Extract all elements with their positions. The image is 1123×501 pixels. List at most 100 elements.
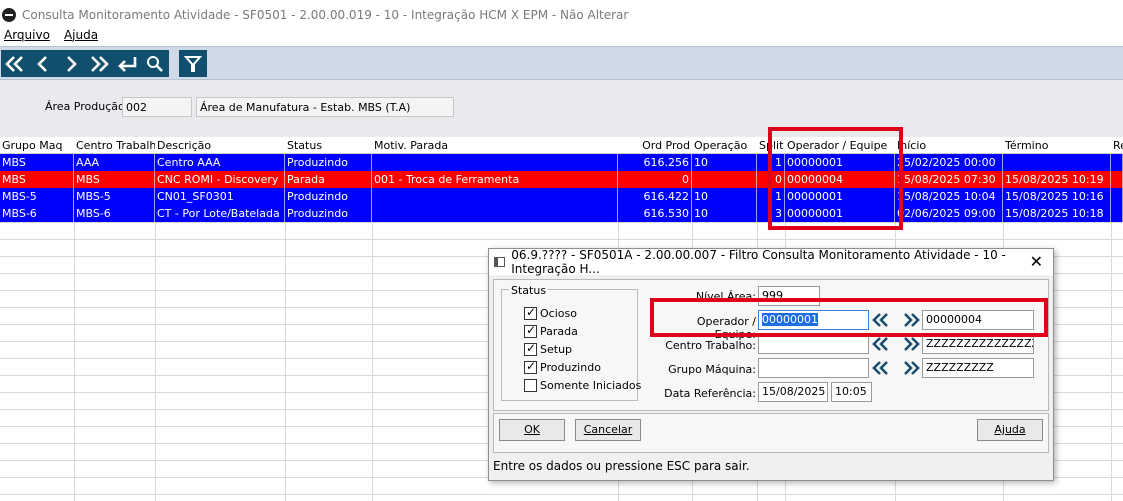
menu-bar: Arquivo Ajuda [0, 28, 98, 46]
first-icon[interactable] [1, 50, 29, 77]
data-referencia-input[interactable]: 15/08/2025 [758, 382, 828, 402]
cell-ord-prod[interactable]: 616.422 [618, 188, 692, 205]
menu-ajuda[interactable]: Ajuda [64, 28, 98, 46]
dialog-title: 06.9.???? - SF0501A - 2.00.00.007 - Filt… [511, 248, 1006, 276]
column-header-termino[interactable]: Término [1003, 137, 1111, 154]
column-header-motiv-parada[interactable]: Motiv. Parada [372, 137, 618, 154]
checkbox-box[interactable] [524, 305, 537, 320]
cell-re[interactable] [1111, 188, 1123, 205]
last-icon[interactable] [85, 50, 113, 77]
cell-operacao[interactable]: 10 [692, 188, 757, 205]
cell-descricao[interactable]: Centro AAA [155, 154, 285, 171]
centro-from-input[interactable] [758, 334, 869, 354]
cell-grupo-maq[interactable]: MBS [0, 154, 74, 171]
table-row[interactable]: MBS-5 MBS-5 CN01_SF0301 Produzindo 616.422 10… [0, 188, 1123, 205]
chevron-double-left-icon[interactable] [872, 359, 890, 377]
column-header-re[interactable]: Re [1111, 137, 1123, 154]
checkbox-box[interactable] [524, 379, 537, 392]
cell-operacao[interactable] [692, 171, 757, 188]
cell-motiv-parada[interactable]: 001 - Troca de Ferramenta [372, 171, 618, 188]
cell-motiv-parada[interactable] [372, 154, 618, 171]
cell-operacao[interactable]: 10 [692, 154, 757, 171]
checkbox-box[interactable] [524, 359, 537, 374]
checkbox-label: Parada [540, 325, 578, 338]
cell-status[interactable]: Produzindo [285, 188, 372, 205]
checkbox-setup[interactable]: Setup [524, 341, 572, 356]
column-header-status[interactable]: Status [285, 137, 372, 154]
data-referencia-label: Data Referência: [664, 387, 756, 400]
cell-centro-trabalho[interactable]: AAA [74, 154, 155, 171]
checkbox-produzindo[interactable]: Produzindo [524, 359, 601, 374]
cell-grupo-maq[interactable]: MBS-5 [0, 188, 74, 205]
dialog-titlebar: 06.9.???? - SF0501A - 2.00.00.007 - Filt… [489, 248, 1053, 276]
cell-descricao[interactable]: CN01_SF0301 [155, 188, 285, 205]
checkbox-ocioso[interactable]: Ocioso [524, 305, 577, 320]
cell-termino[interactable] [1003, 154, 1111, 171]
navigation-group [1, 50, 169, 77]
cell-status[interactable]: Parada [285, 171, 372, 188]
centro-to-input[interactable]: ZZZZZZZZZZZZZZZZ [922, 334, 1034, 354]
cell-motiv-parada[interactable] [372, 205, 618, 222]
cell-motiv-parada[interactable] [372, 188, 618, 205]
grupo-to-input[interactable]: ZZZZZZZZZ [922, 358, 1034, 378]
column-header-operacao[interactable]: Operação [692, 137, 757, 154]
cell-status[interactable]: Produzindo [285, 154, 372, 171]
checkbox-box[interactable] [524, 341, 537, 356]
filter-icon[interactable] [179, 50, 207, 77]
cell-centro-trabalho[interactable]: MBS [74, 171, 155, 188]
column-header-grupo-maq[interactable]: Grupo Maq [0, 137, 74, 154]
cell-operacao[interactable]: 10 [692, 205, 757, 222]
area-producao-code: 002 [122, 97, 192, 117]
column-header-ord-prod[interactable]: Ord Prod [618, 137, 692, 154]
operator-column-highlight [768, 127, 903, 230]
return-icon[interactable] [113, 50, 141, 77]
grupo-from-input[interactable] [758, 358, 869, 378]
menu-arquivo[interactable]: Arquivo [4, 28, 50, 46]
search-icon[interactable] [141, 50, 169, 77]
hora-referencia-input[interactable]: 10:05 [831, 382, 872, 402]
cell-inicio[interactable]: 15/08/2025 10:04 [895, 188, 1003, 205]
chevron-double-left-icon[interactable] [872, 335, 890, 353]
close-icon[interactable]: ✕ [1030, 252, 1043, 271]
cell-centro-trabalho[interactable]: MBS-5 [74, 188, 155, 205]
cancel-button[interactable]: Cancelar [575, 419, 641, 441]
chevron-double-right-icon[interactable] [902, 335, 920, 353]
cell-centro-trabalho[interactable]: MBS-6 [74, 205, 155, 222]
previous-icon[interactable] [29, 50, 57, 77]
next-icon[interactable] [57, 50, 85, 77]
help-button[interactable]: Ajuda [977, 419, 1043, 441]
checkbox-label: Somente Iniciados [540, 379, 642, 392]
checkbox-parada[interactable]: Parada [524, 323, 578, 338]
cell-ord-prod[interactable]: 0 [618, 171, 692, 188]
chevron-double-right-icon[interactable] [902, 359, 920, 377]
cell-re[interactable] [1111, 171, 1123, 188]
column-header-inicio[interactable]: Início [895, 137, 1003, 154]
checkbox-label: Produzindo [540, 361, 601, 374]
cell-ord-prod[interactable]: 616.256 [618, 154, 692, 171]
cell-re[interactable] [1111, 154, 1123, 171]
cell-descricao[interactable]: CNC ROMI - Discovery [155, 171, 285, 188]
checkbox-box[interactable] [524, 323, 537, 338]
cell-termino[interactable]: 15/08/2025 10:18 [1003, 205, 1111, 222]
column-header-descricao[interactable]: Descrição [155, 137, 285, 154]
cell-grupo-maq[interactable]: MBS-6 [0, 205, 74, 222]
operator-filter-highlight [650, 298, 1048, 337]
cell-inicio[interactable]: 25/02/2025 00:00 [895, 154, 1003, 171]
ok-button[interactable]: OK [499, 419, 565, 441]
window-titlebar: Consulta Monitoramento Atividade - SF050… [0, 0, 1123, 30]
table-row[interactable]: MBS AAA Centro AAA Produzindo 616.256 10 1 0000… [0, 154, 1123, 171]
cell-inicio[interactable]: 15/08/2025 07:30 [895, 171, 1003, 188]
cell-ord-prod[interactable]: 616.530 [618, 205, 692, 222]
cell-re[interactable] [1111, 205, 1123, 222]
table-row[interactable]: MBS MBS CNC ROMI - Discovery Parada 001 - Tr… [0, 171, 1123, 188]
cell-termino[interactable]: 15/08/2025 10:19 [1003, 171, 1111, 188]
cell-status[interactable]: Produzindo [285, 205, 372, 222]
cell-termino[interactable]: 15/08/2025 10:16 [1003, 188, 1111, 205]
table-row[interactable]: MBS-6 MBS-6 CT - Por Lote/Batelada Produzin… [0, 205, 1123, 222]
cell-descricao[interactable]: CT - Por Lote/Batelada [155, 205, 285, 222]
status-legend: Status [509, 284, 549, 297]
column-header-centro-trabalho[interactable]: Centro Trabalho [74, 137, 155, 154]
checkbox-somente-iniciados[interactable]: Somente Iniciados [524, 379, 641, 392]
cell-grupo-maq[interactable]: MBS [0, 171, 74, 188]
cell-inicio[interactable]: 02/06/2025 09:00 [895, 205, 1003, 222]
